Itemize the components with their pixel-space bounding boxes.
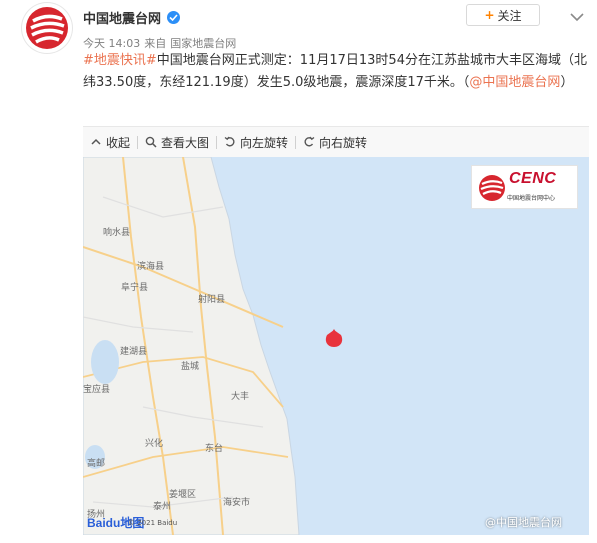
place-label: 大丰 (231, 392, 250, 402)
image-toolbar: 收起 查看大图 向左旋转 向右旋转 (83, 126, 589, 157)
place-label: 盐城 (181, 362, 200, 372)
place-label: 射阳县 (198, 295, 226, 305)
account-name-row: 中国地震台网 (83, 6, 181, 28)
place-label: 泰州 (153, 502, 172, 512)
place-label: 海安市 (223, 498, 251, 508)
rotate-right-button[interactable]: 向右旋转 (296, 134, 374, 151)
avatar[interactable] (22, 3, 72, 53)
plus-icon: + (484, 8, 495, 22)
place-label: 姜堰区 (169, 490, 197, 500)
source-prefix: 来自 (144, 37, 167, 50)
verified-icon (167, 10, 181, 24)
map-base (83, 157, 589, 535)
mention-link[interactable]: @中国地震台网 (469, 75, 560, 90)
post-tail: ） (560, 75, 574, 90)
collapse-button[interactable]: 收起 (83, 134, 137, 151)
rotate-right-label: 向右旋转 (319, 135, 368, 150)
rotate-right-icon (304, 136, 315, 147)
place-label: 东台 (205, 444, 224, 454)
cenc-logo-icon (479, 175, 505, 201)
place-label: 滨海县 (137, 262, 165, 272)
rotate-left-button[interactable]: 向左旋转 (217, 134, 295, 151)
place-label: 宝应县 (83, 385, 111, 395)
cenc-avatar-icon (26, 7, 68, 49)
earthquake-map-image[interactable]: 响水县 滨海县 阜宁县 射阳县 宝应县 建湖县 盐城 大丰 高邮 兴化 东台 泰… (83, 157, 589, 535)
rotate-left-icon (224, 136, 235, 147)
weibo-watermark: @中国地震台网 (485, 516, 562, 529)
follow-button[interactable]: + 关注 (466, 4, 540, 26)
map-copyright: © 2021 Baidu (128, 519, 178, 527)
rotate-left-label: 向左旋转 (240, 135, 289, 150)
post-source[interactable]: 国家地震台网 (170, 37, 236, 50)
place-label: 高邮 (87, 459, 106, 469)
place-label: 建湖县 (120, 347, 148, 357)
post-time[interactable]: 今天 14:03 (83, 37, 140, 50)
collapse-icon (91, 138, 101, 145)
view-large-label: 查看大图 (161, 135, 210, 150)
cenc-logo: CENC 中国地震台网中心 (471, 165, 578, 209)
hashtag-link[interactable]: #地震快讯# (83, 53, 157, 68)
place-label: 兴化 (145, 439, 164, 449)
collapse-label: 收起 (106, 135, 131, 150)
cenc-logo-word: CENC (509, 170, 557, 187)
cenc-logo-subtitle: 中国地震台网中心 (507, 195, 556, 202)
post-meta: 今天 14:03 来自 国家地震台网 (83, 35, 240, 51)
follow-label: 关注 (497, 8, 522, 23)
view-large-button[interactable]: 查看大图 (138, 134, 216, 151)
post-content: #地震快讯#中国地震台网正式测定：11月17日13时54分在江苏盐城市大丰区海域… (83, 50, 589, 94)
place-label: 响水县 (103, 228, 131, 238)
place-label: 阜宁县 (121, 283, 149, 293)
chevron-down-icon[interactable] (570, 7, 584, 26)
magnify-icon (145, 136, 157, 148)
account-name[interactable]: 中国地震台网 (83, 8, 161, 27)
